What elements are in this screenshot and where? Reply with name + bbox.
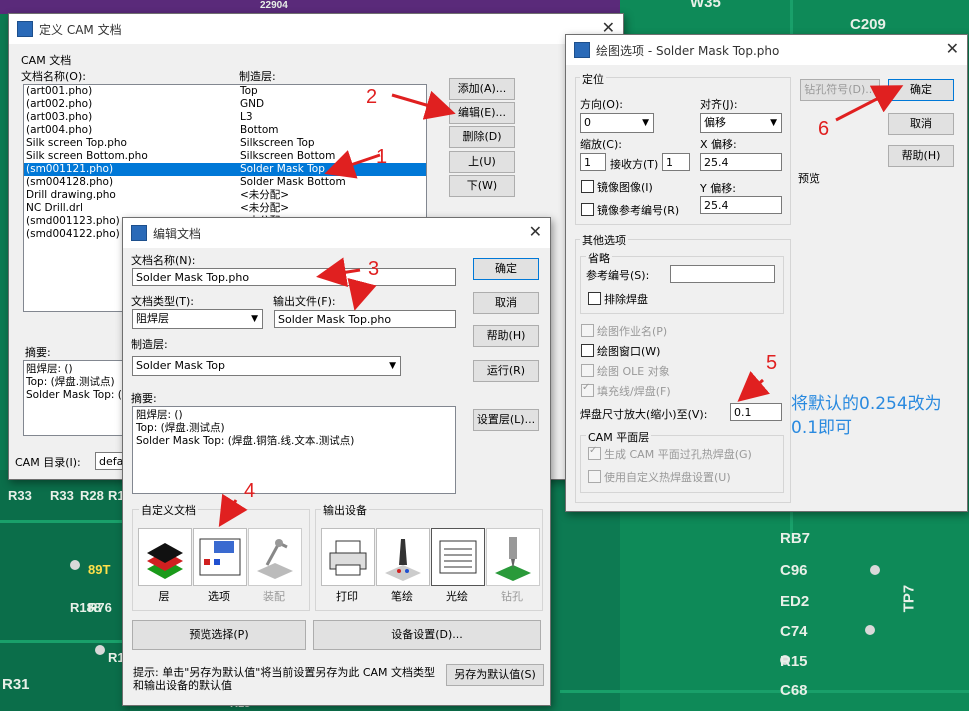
annotation-arrows xyxy=(218,85,904,528)
arrow-3a xyxy=(316,257,361,288)
mark-4: 4 xyxy=(244,480,256,502)
arrow-3b xyxy=(347,277,377,311)
arrow-6 xyxy=(835,85,904,122)
arrow-4 xyxy=(218,493,248,528)
arrow-2 xyxy=(391,90,456,120)
arrow-5 xyxy=(737,370,770,402)
mark-6: 6 xyxy=(818,118,830,140)
mark-3: 3 xyxy=(368,258,380,280)
instruction-note: 将默认的0.254改为0.1即可 xyxy=(791,394,942,438)
mark-5: 5 xyxy=(766,352,778,374)
mark-2: 2 xyxy=(366,86,378,108)
mark-1: 1 xyxy=(376,146,388,168)
arrow-1 xyxy=(324,150,381,179)
